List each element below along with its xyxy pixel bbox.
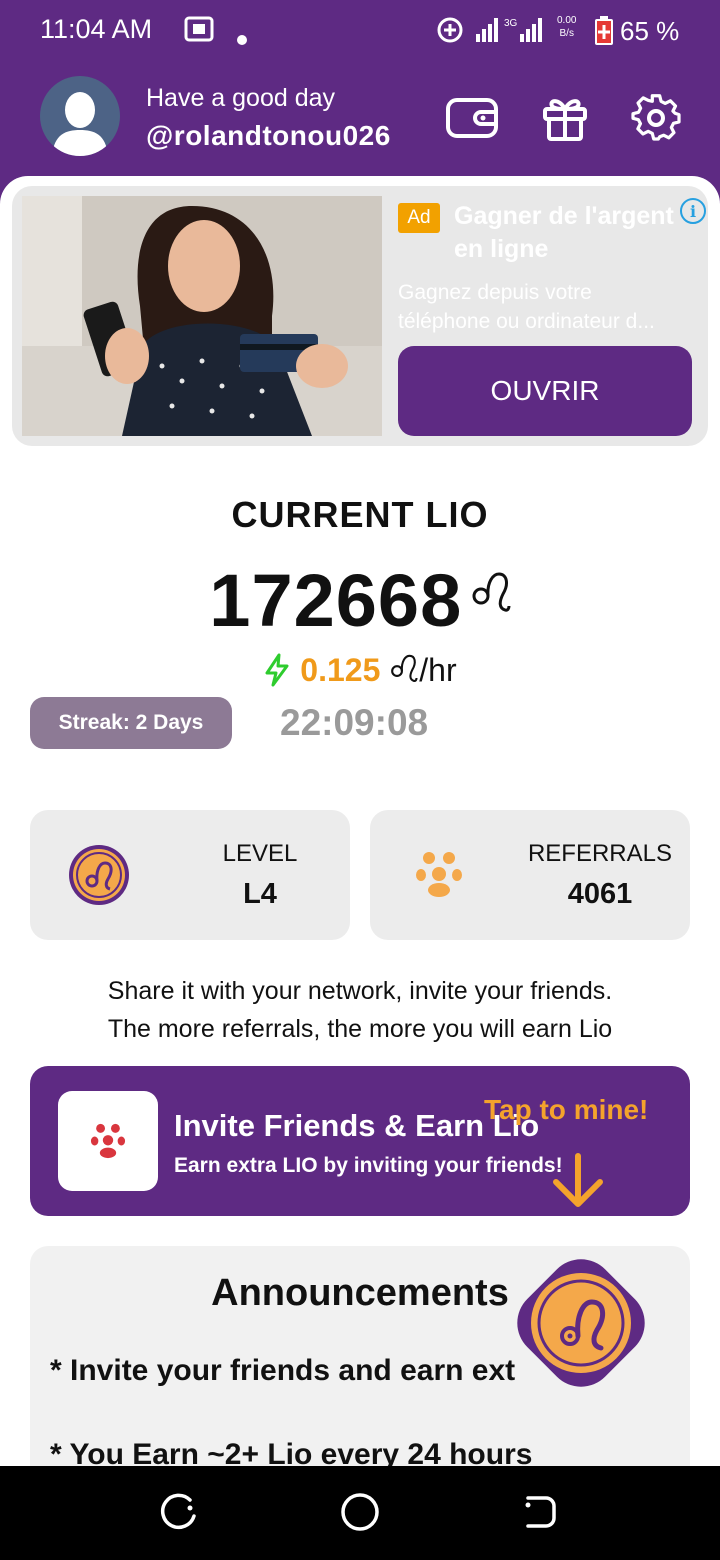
mine-button[interactable] <box>498 1240 664 1406</box>
net-speed-value: 0.00 <box>557 15 577 26</box>
home-button[interactable] <box>340 1492 380 1532</box>
ad-description-line2: téléphone ou ordinateur d... <box>398 310 655 333</box>
level-label: LEVEL <box>222 840 298 867</box>
balance-row: 172668 <box>0 558 720 643</box>
back-icon <box>525 1496 556 1528</box>
gift-icon <box>543 99 587 141</box>
system-nav-bar <box>0 1466 720 1560</box>
home-icon <box>341 1493 379 1531</box>
current-lio-label: CURRENT LIO <box>231 494 489 535</box>
net-speed: 0.00 B/s <box>557 14 576 40</box>
lio-balance: 172668 <box>209 559 463 642</box>
referrals-group-icon <box>416 852 462 897</box>
invite-group-icon <box>90 1123 126 1159</box>
app-header: Have a good day @rolandtonou026 <box>0 62 720 180</box>
battery-icon <box>594 16 614 53</box>
notification-dot-icon <box>236 22 248 53</box>
invite-icon-box <box>58 1091 158 1191</box>
net-speed-unit: B/s <box>559 28 574 39</box>
settings-button[interactable] <box>628 90 684 146</box>
invite-subtitle: Earn extra LIO by inviting your friends! <box>174 1154 563 1177</box>
tap-to-mine-hint: Tap to mine! <box>484 1094 649 1125</box>
mining-rate-value: 0.125 <box>300 652 381 688</box>
streak-badge: Streak: 2 Days <box>30 697 232 749</box>
invite-friends-banner[interactable]: Invite Friends & Earn Lio Earn extra LIO… <box>30 1066 690 1216</box>
network-type: 3G <box>504 18 518 29</box>
mining-rate-unit: /hr <box>419 652 457 688</box>
ad-banner[interactable]: Ad Gagner de l'argent en ligne Gagnez de… <box>12 186 708 446</box>
ad-description: Gagnez depuis votre téléphone ou ordinat… <box>398 278 698 336</box>
referrals-value: 4061 <box>567 878 633 910</box>
recent-apps-icon <box>160 1493 196 1530</box>
ad-description-line1: Gagnez depuis votre <box>398 281 592 304</box>
level-value: L4 <box>243 878 277 910</box>
greeting-text: Have a good day <box>146 84 336 112</box>
lio-symbol-icon <box>472 572 511 612</box>
referrals-card[interactable]: REFERRALS 4061 <box>370 810 690 940</box>
back-button[interactable] <box>520 1492 560 1532</box>
status-bar: 11:04 AM 3G 0.00 B/s 65 % <box>0 0 720 62</box>
gift-button[interactable] <box>537 90 593 146</box>
mining-timer: 22:09:08 <box>280 702 429 743</box>
level-badge-icon <box>69 845 129 905</box>
data-saver-icon <box>436 16 464 51</box>
down-arrow-icon <box>553 1153 603 1207</box>
ad-image[interactable] <box>22 196 382 436</box>
share-line-2: The more referrals, the more you will ea… <box>107 1015 613 1043</box>
settings-icon <box>631 94 681 141</box>
signal-icon: 3G <box>474 14 550 51</box>
wallet-icon <box>446 98 498 138</box>
ad-photo-woman-phone <box>22 196 382 436</box>
status-time: 11:04 AM <box>40 14 153 44</box>
share-line-1: Share it with your network, invite your … <box>107 977 613 1005</box>
announcement-item: * Invite your friends and earn ext <box>50 1354 516 1387</box>
screen-record-icon <box>184 16 214 49</box>
mining-rate: 0.125 /hr <box>0 652 720 689</box>
ad-info-icon[interactable]: i <box>680 198 706 224</box>
wallet-button[interactable] <box>444 90 500 146</box>
share-message: Share it with your network, invite your … <box>0 972 720 1048</box>
username: @rolandtonou026 <box>146 120 391 151</box>
ad-open-button[interactable]: OUVRIR <box>398 346 692 436</box>
lio-symbol-small-icon <box>391 654 418 682</box>
lightning-icon <box>265 653 289 687</box>
referrals-label: REFERRALS <box>527 840 673 867</box>
avatar-person-icon <box>52 92 108 156</box>
ad-title[interactable]: Gagner de l'argent en ligne <box>454 200 694 266</box>
lio-mine-icon <box>517 1259 645 1387</box>
battery-percent: 65 % <box>620 16 680 46</box>
recent-apps-button[interactable] <box>160 1492 200 1532</box>
avatar[interactable] <box>40 76 120 156</box>
level-card[interactable]: LEVEL L4 <box>30 810 350 940</box>
ad-badge: Ad <box>398 203 440 233</box>
announcement-item: * You Earn ~2+ Lio every 24 hours <box>50 1438 533 1466</box>
